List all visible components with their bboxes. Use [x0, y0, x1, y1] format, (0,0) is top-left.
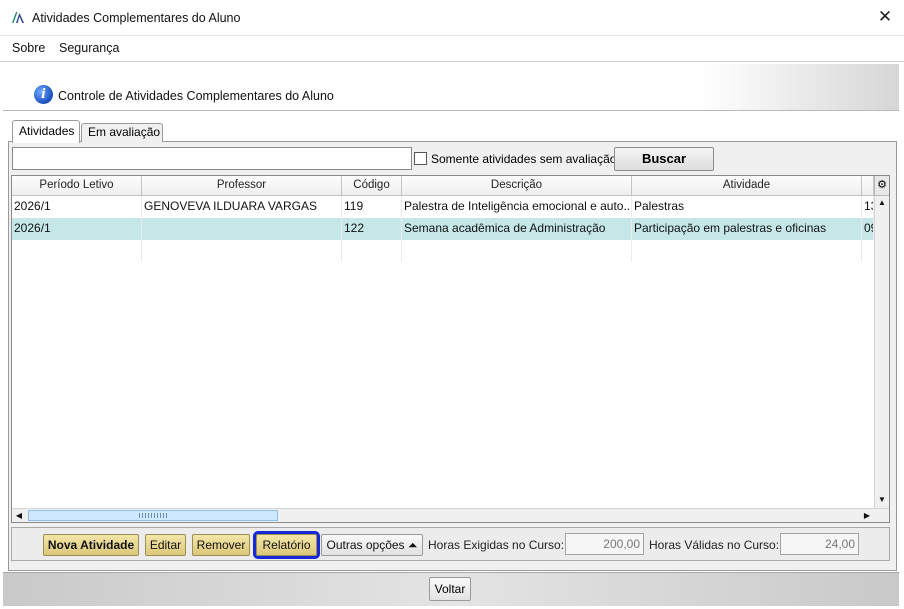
activities-table: Período Letivo Professor Código Descriçã… [11, 175, 890, 523]
tab-em-avaliacao[interactable]: Em avaliação [81, 123, 163, 142]
table-row[interactable]: 2026/1 GENOVEVA ILDUARA VARGAS 119 Pales… [12, 196, 874, 218]
menu-item-seguranca[interactable]: Segurança [59, 41, 119, 55]
close-icon[interactable]: ✕ [874, 7, 896, 29]
app-logo-icon [12, 12, 24, 23]
vertical-scrollbar[interactable]: ▲ ▼ [874, 196, 889, 508]
cell-empty [632, 240, 862, 262]
search-input[interactable] [12, 147, 412, 170]
table-row-empty [12, 240, 874, 262]
scroll-left-icon[interactable]: ◀ [12, 509, 26, 522]
valid-hours-field: 24,00 [780, 533, 859, 555]
search-button[interactable]: Buscar [614, 147, 714, 171]
table-row[interactable]: 2026/1 122 Semana acadêmica de Administr… [12, 218, 874, 240]
report-button[interactable]: Relatório [253, 531, 320, 559]
cell-periodo: 2026/1 [12, 196, 142, 218]
required-hours-label: Horas Exigidas no Curso: [428, 538, 565, 552]
menu-bar: Sobre Segurança [0, 36, 904, 62]
cell-professor: GENOVEVA ILDUARA VARGAS [142, 196, 342, 218]
cell-atividade: Palestras [632, 196, 862, 218]
column-header-periodo[interactable]: Período Letivo [12, 176, 142, 196]
horizontal-scroll-thumb[interactable] [28, 510, 278, 521]
cell-empty [342, 240, 402, 262]
column-header-codigo[interactable]: Código [342, 176, 402, 196]
info-icon: i [34, 85, 53, 104]
scroll-right-icon[interactable]: ▶ [860, 509, 874, 522]
cell-professor [142, 218, 342, 240]
page-title: Controle de Atividades Complementares do… [58, 89, 334, 103]
required-hours-field: 200,00 [565, 533, 644, 555]
remove-button[interactable]: Remover [192, 534, 250, 556]
column-header-professor[interactable]: Professor [142, 176, 342, 196]
cell-empty [402, 240, 632, 262]
gear-icon[interactable]: ⚙ [874, 176, 889, 196]
cell-empty [12, 240, 142, 262]
edit-button[interactable]: Editar [145, 534, 186, 556]
cell-atividade: Participação em palestras e oficinas [632, 218, 862, 240]
menu-item-sobre[interactable]: Sobre [12, 41, 45, 55]
filter-label: Somente atividades sem avaliação [431, 152, 617, 166]
title-bar: Atividades Complementares do Aluno ✕ [0, 0, 904, 36]
column-header-descricao[interactable]: Descrição [402, 176, 632, 196]
other-options-button[interactable]: Outras opções ⏶ [321, 534, 423, 556]
new-activity-button[interactable]: Nova Atividade [43, 534, 139, 556]
tab-atividades[interactable]: Atividades [12, 120, 80, 143]
grip-icon [139, 513, 169, 518]
header-banner: i Controle de Atividades Complementares … [3, 64, 899, 111]
cell-codigo: 122 [342, 218, 402, 240]
window-title: Atividades Complementares do Aluno [32, 11, 241, 25]
column-header-extra[interactable] [862, 176, 874, 196]
cell-descricao: Palestra de Inteligência emocional e aut… [402, 196, 632, 218]
filter-checkbox[interactable] [414, 152, 427, 165]
action-toolbar: Nova Atividade Editar Remover Relatório … [11, 527, 890, 561]
cell-empty [142, 240, 342, 262]
cell-extra: 09 [862, 218, 874, 240]
scroll-up-icon[interactable]: ▲ [875, 196, 889, 210]
horizontal-scrollbar[interactable]: ◀ ▶ [12, 508, 889, 522]
back-button[interactable]: Voltar [429, 577, 471, 601]
column-header-atividade[interactable]: Atividade [632, 176, 862, 196]
scroll-down-icon[interactable]: ▼ [875, 493, 889, 507]
valid-hours-label: Horas Válidas no Curso: [649, 538, 780, 552]
cell-descricao: Semana acadêmica de Administração [402, 218, 632, 240]
cell-extra: 13 [862, 196, 874, 218]
cell-codigo: 119 [342, 196, 402, 218]
cell-periodo: 2026/1 [12, 218, 142, 240]
